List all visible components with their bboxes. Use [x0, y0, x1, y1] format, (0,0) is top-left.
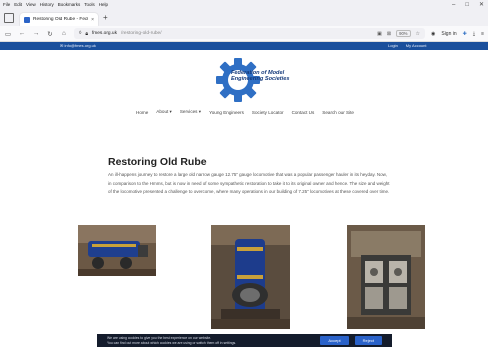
maximize-button[interactable]: □ [465, 0, 469, 10]
page-title: Restoring Old Rube [108, 156, 207, 168]
nav-search-site[interactable]: Search our Site [322, 110, 354, 115]
site-top-strip: ✉ info@fmes.org.uk Login My Account [0, 42, 488, 50]
article-intro: An ill-happens journey to restore a larg… [108, 172, 390, 195]
site-logo[interactable]: Federation of Model Engineering Societie… [214, 58, 294, 102]
menu-view[interactable]: View [26, 0, 36, 10]
forward-icon[interactable]: → [32, 30, 40, 37]
accept-cookies-button[interactable]: Accept [320, 336, 349, 345]
tab-title: Restoring Old Rube - Federatio [33, 17, 88, 22]
tab-restoring-old-rube[interactable]: Restoring Old Rube - Federatio × [20, 13, 98, 26]
menu-help[interactable]: Help [99, 0, 108, 10]
new-tab-button[interactable]: + [103, 13, 108, 23]
navigation-toolbar: ▭ ← → ↻ ⌂ ◊ 🔒︎ fmes.org.uk/restoring-old… [0, 26, 488, 42]
cookie-banner: We are using cookies to give you the bes… [97, 334, 392, 347]
shield-icon: ◊ [79, 31, 82, 36]
sign-in-button[interactable]: Sign in [441, 31, 456, 37]
site-navigation: Home About ▾ Services ▾ Young Engineers … [136, 108, 366, 116]
my-account-link[interactable]: My Account [406, 42, 427, 50]
tab-bar: Restoring Old Rube - Federatio × + [0, 10, 488, 26]
cookie-message: We are using cookies to give you the bes… [107, 336, 237, 345]
nav-services[interactable]: Services ▾ [180, 109, 201, 115]
nav-society-locator[interactable]: Society Locator [252, 110, 284, 115]
reload-icon[interactable]: ↻ [46, 30, 54, 38]
url-host: fmes.org.uk [91, 31, 117, 36]
account-links: Login My Account [388, 42, 426, 50]
nav-home[interactable]: Home [136, 110, 148, 115]
locomotive-photo-1[interactable] [78, 225, 156, 276]
nav-young-engineers[interactable]: Young Engineers [209, 110, 244, 115]
contact-email-link[interactable]: ✉ info@fmes.org.uk [60, 42, 96, 50]
menu-bookmarks[interactable]: Bookmarks [58, 0, 81, 10]
nav-about[interactable]: About ▾ [156, 109, 172, 115]
logo-wordmark: Federation of Model Engineering Societie… [231, 70, 290, 83]
window-controls: – □ ✕ [452, 0, 484, 10]
menu-history[interactable]: History [40, 0, 54, 10]
site-favicon-icon [24, 16, 30, 23]
sidebar-icon[interactable]: ▭ [4, 30, 12, 38]
close-tab-icon[interactable]: × [91, 17, 94, 23]
home-icon[interactable]: ⌂ [60, 30, 68, 37]
menu-file[interactable]: File [3, 0, 10, 10]
downloads-icon[interactable]: ⤓ [473, 31, 475, 37]
menu-edit[interactable]: Edit [14, 0, 22, 10]
lock-icon: 🔒︎ [85, 31, 88, 37]
page-actions-icon[interactable]: ⊠ [387, 31, 391, 37]
nav-contact-us[interactable]: Contact Us [292, 110, 315, 115]
extensions-icon[interactable]: ✚ [463, 31, 467, 37]
close-window-button[interactable]: ✕ [479, 0, 484, 10]
minimize-button[interactable]: – [452, 0, 455, 10]
toolbar-right: ◉ Sign in ✚ ⤓ ≡ [431, 31, 484, 37]
menu-tools[interactable]: Tools [84, 0, 95, 10]
back-icon[interactable]: ← [18, 30, 26, 37]
address-bar-actions: ▣ ⊠ 90% ☆ [377, 30, 420, 37]
bookmark-star-icon[interactable]: ☆ [416, 31, 420, 37]
reject-cookies-button[interactable]: Reject [354, 336, 382, 345]
reader-view-icon[interactable]: ▣ [377, 31, 382, 37]
browser-menu-bar: File Edit View History Bookmarks Tools H… [0, 0, 488, 10]
zoom-level[interactable]: 90% [396, 30, 411, 37]
url-path: /restoring-old-rube/ [121, 31, 162, 36]
account-icon[interactable]: ◉ [431, 31, 435, 37]
app-menu-icon[interactable]: ≡ [481, 31, 484, 37]
login-link[interactable]: Login [388, 42, 398, 50]
locomotive-photo-2[interactable] [211, 225, 290, 329]
tab-list-icon[interactable] [4, 13, 14, 23]
address-bar[interactable]: ◊ 🔒︎ fmes.org.uk/restoring-old-rube/ ▣ ⊠… [74, 28, 425, 39]
locomotive-photo-3[interactable] [347, 225, 425, 329]
